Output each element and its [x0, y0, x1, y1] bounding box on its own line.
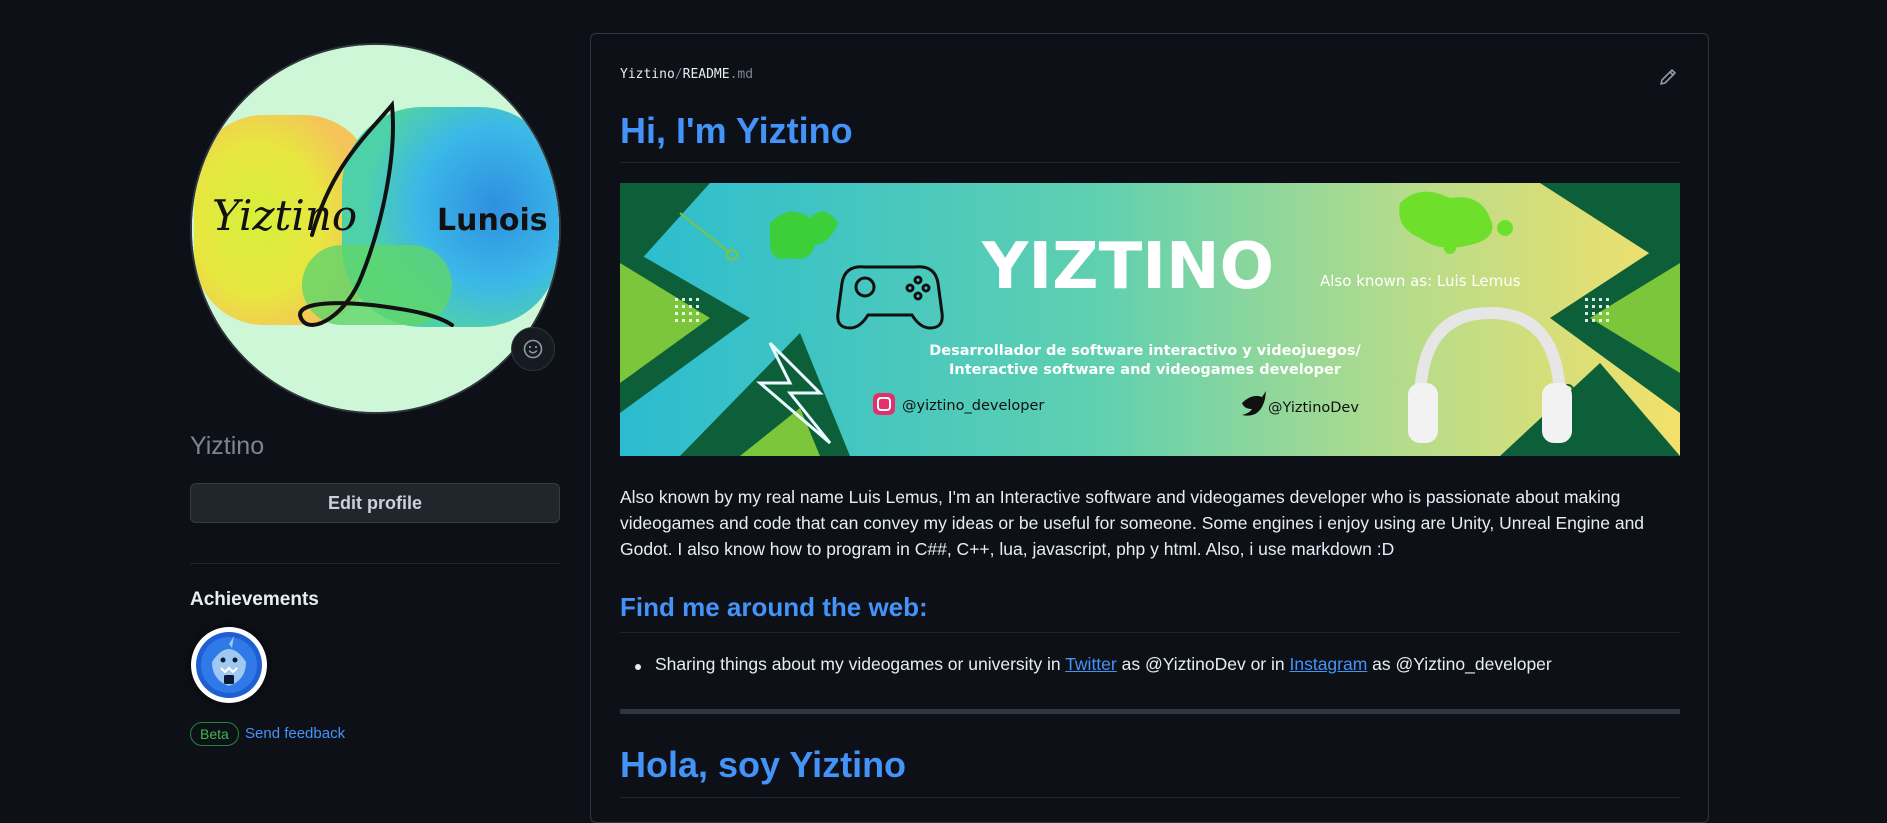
heading-divider	[620, 797, 1680, 798]
list-item-text: Sharing things about my videogames or un…	[655, 654, 1066, 674]
banner-line2: Interactive software and videogames deve…	[949, 362, 1342, 378]
smiley-icon	[523, 339, 543, 359]
readme-heading-1: Hi, I'm Yiztino	[620, 110, 853, 151]
beta-label: Beta	[190, 722, 239, 746]
path-extension: .md	[729, 67, 754, 82]
banner-image: YIZTINO Also known as: Luis Lemus Desarr…	[620, 183, 1680, 456]
banner-aka: Also known as: Luis Lemus	[1320, 272, 1521, 290]
profile-username: Yiztino	[190, 432, 265, 460]
achievements-heading: Achievements	[190, 589, 319, 610]
horizontal-rule	[620, 709, 1680, 714]
twitter-link[interactable]: Twitter	[1065, 654, 1117, 674]
heading-divider	[620, 162, 1680, 163]
readme-heading-find-me: Find me around the web:	[620, 592, 928, 622]
path-file: README	[682, 67, 730, 82]
avatar-image: Yiztino Lunois	[192, 45, 559, 412]
avatar[interactable]: Yiztino Lunois	[190, 43, 561, 414]
list-item: Sharing things about my videogames or un…	[635, 654, 1552, 675]
achievement-badge[interactable]	[191, 627, 267, 703]
readme-path: Yiztino/README.md	[620, 67, 753, 82]
profile-avatar-container: Yiztino Lunois	[190, 43, 561, 414]
instagram-link[interactable]: Instagram	[1289, 654, 1367, 674]
banner-instagram-handle: @yiztino_developer	[902, 398, 1044, 414]
path-owner[interactable]: Yiztino	[620, 67, 675, 82]
set-status-button[interactable]	[511, 327, 555, 371]
svg-text:Lunois: Lunois	[437, 203, 548, 238]
readme-heading-spanish: Hola, soy Yiztino	[620, 744, 907, 785]
edit-pencil-icon[interactable]	[1657, 66, 1679, 88]
list-item-text: as @Yiztino_developer	[1367, 654, 1552, 674]
shark-badge-icon	[196, 632, 262, 698]
readme-intro-paragraph: Also known by my real name Luis Lemus, I…	[620, 487, 1645, 559]
heading-divider	[620, 632, 1680, 633]
banner-twitter-handle: @YiztinoDev	[1268, 400, 1359, 416]
edit-profile-button[interactable]: Edit profile	[190, 483, 560, 523]
list-item-text: as @YiztinoDev or in	[1116, 654, 1290, 674]
send-feedback-link[interactable]: Send feedback	[245, 725, 345, 742]
banner-line1: Desarrollador de software interactivo y …	[929, 343, 1361, 359]
banner-title: YIZTINO	[981, 230, 1274, 304]
sidebar-divider	[190, 563, 560, 564]
path-separator: /	[674, 67, 683, 82]
profile-banner: YIZTINO Also known as: Luis Lemus Desarr…	[620, 183, 1680, 456]
svg-text:Yiztino: Yiztino	[212, 191, 357, 240]
instagram-icon	[873, 393, 895, 415]
